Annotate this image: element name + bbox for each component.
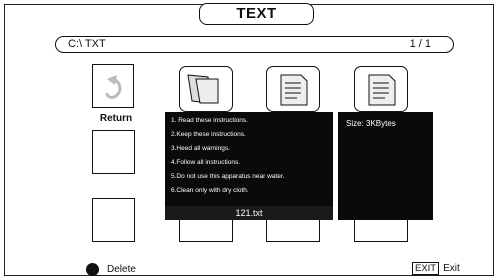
preview-line: 5.Do not use this apparatus near water. <box>171 173 285 180</box>
file-tile-2[interactable] <box>266 66 320 112</box>
file-tile-1[interactable] <box>179 66 233 112</box>
delete-button-icon <box>86 263 99 276</box>
preview-line: 2.Keep these instructions. <box>171 131 246 138</box>
return-arrow-icon <box>105 75 122 99</box>
exit-hint[interactable]: EXIT Exit <box>412 262 460 275</box>
preview-line: 1. Read these instructions. <box>171 117 248 124</box>
selected-filename: 121.txt <box>165 206 333 220</box>
preview-line: 4.Follow all instructions. <box>171 159 240 166</box>
preview-line: 6.Clean only with dry cloth. <box>171 187 249 194</box>
preview-line: 3.Heed all warnings. <box>171 145 230 152</box>
return-label: Return <box>99 113 133 124</box>
exit-label: Exit <box>443 263 460 274</box>
file-tile-3[interactable] <box>354 66 408 112</box>
exit-key: EXIT <box>412 262 440 275</box>
page-indicator: 1 / 1 <box>409 38 431 50</box>
empty-tile[interactable] <box>92 130 135 174</box>
empty-tile[interactable] <box>92 198 135 242</box>
path-bar: C:\ TXT 1 / 1 <box>55 36 454 53</box>
file-info-panel: Size: 3KBytes <box>338 112 433 220</box>
return-tile[interactable] <box>92 64 134 108</box>
delete-label: Delete <box>107 264 136 275</box>
file-size: Size: 3KBytes <box>346 119 396 128</box>
text-preview-panel: 1. Read these instructions. 2.Keep these… <box>165 112 333 220</box>
page-title: TEXT <box>199 3 314 25</box>
folder-document-icon <box>187 74 219 104</box>
delete-hint[interactable]: Delete <box>86 263 136 276</box>
text-document-icon <box>280 74 308 106</box>
current-path: C:\ TXT <box>68 38 106 50</box>
text-document-icon <box>368 74 396 106</box>
